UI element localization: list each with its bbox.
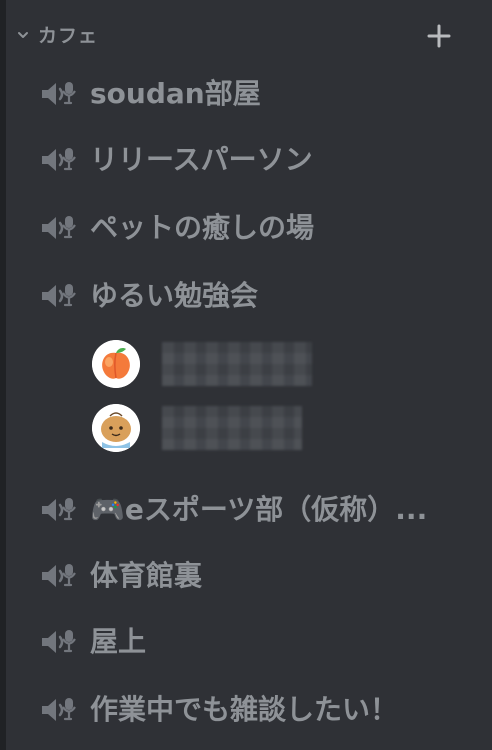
blurred-username xyxy=(162,406,302,450)
cartoon-character-avatar[interactable] xyxy=(92,404,140,452)
channel-name: ペットの癒しの場 xyxy=(90,211,315,244)
voice-channel-icon xyxy=(40,696,76,724)
voice-channel-pet[interactable]: ペットの癒しの場 xyxy=(36,202,476,254)
server-list-edge xyxy=(0,0,6,750)
channel-name: 作業中でも雑談したい！ xyxy=(90,693,399,726)
voice-channel-icon xyxy=(40,146,76,174)
plus-icon[interactable] xyxy=(426,23,452,49)
channel-name: 🎮eスポーツ部（仮称）... xyxy=(90,493,428,526)
peach-avatar[interactable] xyxy=(92,340,140,388)
channel-name: 体育館裏 xyxy=(90,559,203,592)
chevron-down-icon[interactable] xyxy=(16,28,30,42)
voice-channel-icon xyxy=(40,562,76,590)
voice-channel-soudan[interactable]: soudan部屋 xyxy=(36,68,476,120)
category-header[interactable]: カフェ xyxy=(6,18,492,54)
voice-channel-icon xyxy=(40,214,76,242)
voice-channel-icon xyxy=(40,80,76,108)
voice-user[interactable] xyxy=(92,338,352,390)
channel-name: ゆるい勉強会 xyxy=(90,279,259,312)
voice-channel-esports[interactable]: 🎮eスポーツ部（仮称）... xyxy=(36,484,476,536)
voice-channel-release-person[interactable]: リリースパーソン xyxy=(36,134,476,186)
voice-user[interactable] xyxy=(92,402,352,454)
category-label[interactable]: カフェ xyxy=(38,23,98,49)
channel-name: soudan部屋 xyxy=(90,77,261,110)
voice-channel-icon xyxy=(40,282,76,310)
voice-channel-gym-back[interactable]: 体育館裏 xyxy=(36,550,476,602)
blurred-username xyxy=(162,342,312,386)
voice-channel-rooftop[interactable]: 屋上 xyxy=(36,616,476,668)
voice-channel-icon xyxy=(40,496,76,524)
voice-channel-icon xyxy=(40,628,76,656)
voice-channel-working-chat[interactable]: 作業中でも雑談したい！ xyxy=(36,684,476,736)
channel-name: リリースパーソン xyxy=(90,143,313,176)
voice-channel-study[interactable]: ゆるい勉強会 xyxy=(36,270,476,322)
channel-name: 屋上 xyxy=(90,625,147,658)
